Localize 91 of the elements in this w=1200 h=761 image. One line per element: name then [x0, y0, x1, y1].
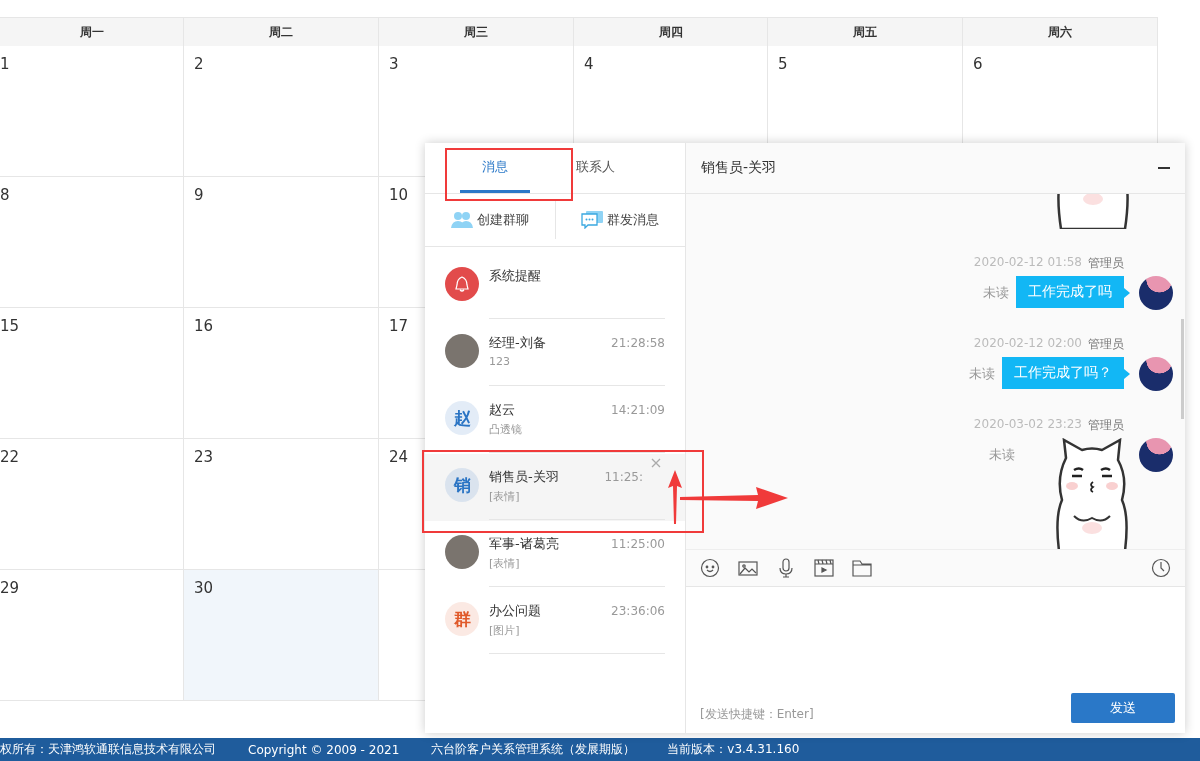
footer-text: Copyright © 2009 - 2021 — [248, 742, 400, 757]
weekday-header: 周四 — [574, 17, 768, 46]
day-number: 24 — [389, 448, 409, 466]
footer-text: 当前版本：v3.4.31.160 — [667, 741, 800, 758]
message-time: 11:25:00 — [611, 537, 665, 551]
day-number: 2 — [194, 55, 204, 73]
message-time: 2020-03-02 23:23 — [973, 417, 1082, 433]
chat-bubble-icon — [581, 211, 604, 229]
conversation-item[interactable]: 赵 赵云 14:21:09 凸透镜 — [425, 387, 685, 454]
film-icon[interactable] — [814, 558, 834, 578]
image-icon[interactable] — [738, 558, 758, 578]
unread-status: 未读 — [989, 446, 1015, 464]
minimize-icon[interactable] — [1158, 166, 1170, 170]
message-time: 11:25: — [604, 470, 643, 484]
action-button[interactable]: 群发消息 — [554, 201, 685, 239]
action-button[interactable]: 创建群聊 — [425, 201, 555, 239]
calendar-cell[interactable]: 8 — [0, 177, 184, 308]
calendar-cell[interactable]: 16 — [184, 308, 379, 439]
avatar-image — [1139, 357, 1173, 391]
bell-avatar — [445, 267, 479, 301]
contact-name: 系统提醒 — [489, 267, 541, 285]
sender-name: 管理员 — [1088, 336, 1124, 353]
calendar-cell[interactable]: 1 — [0, 46, 184, 177]
tab[interactable]: 消息 — [460, 143, 530, 193]
footer-text: 六台阶客户关系管理系统（发展期版） — [431, 741, 636, 758]
send-button[interactable]: 发送 — [1071, 693, 1175, 723]
conversation-item[interactable]: 销 销售员-关羽 11:25: [表情] — [425, 454, 685, 521]
letter-avatar: 赵 — [445, 401, 479, 435]
day-number: 23 — [194, 448, 214, 466]
message-preview: [表情] — [489, 490, 520, 503]
day-number: 5 — [778, 55, 788, 73]
shortcut-hint: [发送快捷键：Enter] — [700, 706, 814, 723]
contact-name: 经理-刘备 — [489, 334, 546, 352]
message-preview: 凸透镜 — [489, 423, 522, 436]
conversation-item[interactable]: 军事-诸葛亮 11:25:00 [表情] — [425, 521, 685, 588]
conversation-item[interactable]: 群 办公问题 23:36:06 [图片] — [425, 588, 685, 655]
footer-text: 权所有：天津鸿软通联信息技术有限公司 — [0, 741, 216, 758]
day-number: 3 — [389, 55, 399, 73]
day-number: 6 — [973, 55, 983, 73]
day-number: 29 — [0, 579, 20, 597]
conversation-item[interactable]: 经理-刘备 21:28:58 123 — [425, 320, 685, 387]
day-number: 9 — [194, 186, 204, 204]
avatar-image — [1139, 276, 1173, 310]
clock-icon[interactable] — [1151, 558, 1171, 578]
folder-icon[interactable] — [852, 558, 872, 578]
photo-placeholder — [445, 334, 479, 368]
message-time: 23:36:06 — [611, 604, 665, 618]
calendar-cell[interactable]: 15 — [0, 308, 184, 439]
weekday-header: 周二 — [184, 17, 379, 46]
day-number: 4 — [584, 55, 594, 73]
avatar-image — [1139, 438, 1173, 472]
day-number: 15 — [0, 317, 20, 335]
conversation-item[interactable]: 系统提醒 — [425, 253, 685, 320]
photo-placeholder — [445, 535, 479, 569]
day-number: 17 — [389, 317, 409, 335]
contact-name: 赵云 — [489, 401, 515, 419]
contact-name: 军事-诸葛亮 — [489, 535, 559, 553]
weekday-header: 周五 — [768, 17, 963, 46]
calendar-cell[interactable]: 30 — [184, 570, 379, 701]
message-preview: [图片] — [489, 624, 520, 637]
letter-avatar: 销 — [445, 468, 479, 502]
day-number: 16 — [194, 317, 214, 335]
sender-name: 管理员 — [1088, 417, 1124, 434]
message-preview: 123 — [489, 355, 510, 368]
sender-name: 管理员 — [1088, 255, 1124, 272]
smiley-icon[interactable] — [700, 558, 720, 578]
calendar-cell[interactable]: 22 — [0, 439, 184, 570]
letter-avatar: 群 — [445, 602, 479, 636]
message-bubble: 工作完成了吗 — [1016, 276, 1130, 308]
message-time: 2020-02-12 02:00 — [973, 336, 1082, 352]
contact-name: 办公问题 — [489, 602, 541, 620]
calendar-cell[interactable]: 9 — [184, 177, 379, 308]
message-time: 2020-02-12 01:58 — [973, 255, 1082, 271]
microphone-icon[interactable] — [776, 558, 796, 578]
day-number: 30 — [194, 579, 214, 597]
day-number: 22 — [0, 448, 20, 466]
message-time: 21:28:58 — [611, 336, 665, 350]
message-time: 14:21:09 — [611, 403, 665, 417]
day-number: 10 — [389, 186, 409, 204]
day-number: 1 — [0, 55, 10, 73]
calendar-cell[interactable]: 2 — [184, 46, 379, 177]
contact-name: 销售员-关羽 — [489, 468, 559, 486]
people-icon — [450, 211, 473, 229]
day-number: 8 — [0, 186, 10, 204]
weekday-header: 周三 — [379, 17, 574, 46]
weekday-header: 周一 — [0, 17, 184, 46]
weekday-header: 周六 — [963, 17, 1158, 46]
message-preview: [表情] — [489, 557, 520, 570]
unread-status: 未读 — [983, 284, 1009, 302]
unread-status: 未读 — [969, 365, 995, 383]
message-bubble: 工作完成了吗？ — [1002, 357, 1130, 389]
